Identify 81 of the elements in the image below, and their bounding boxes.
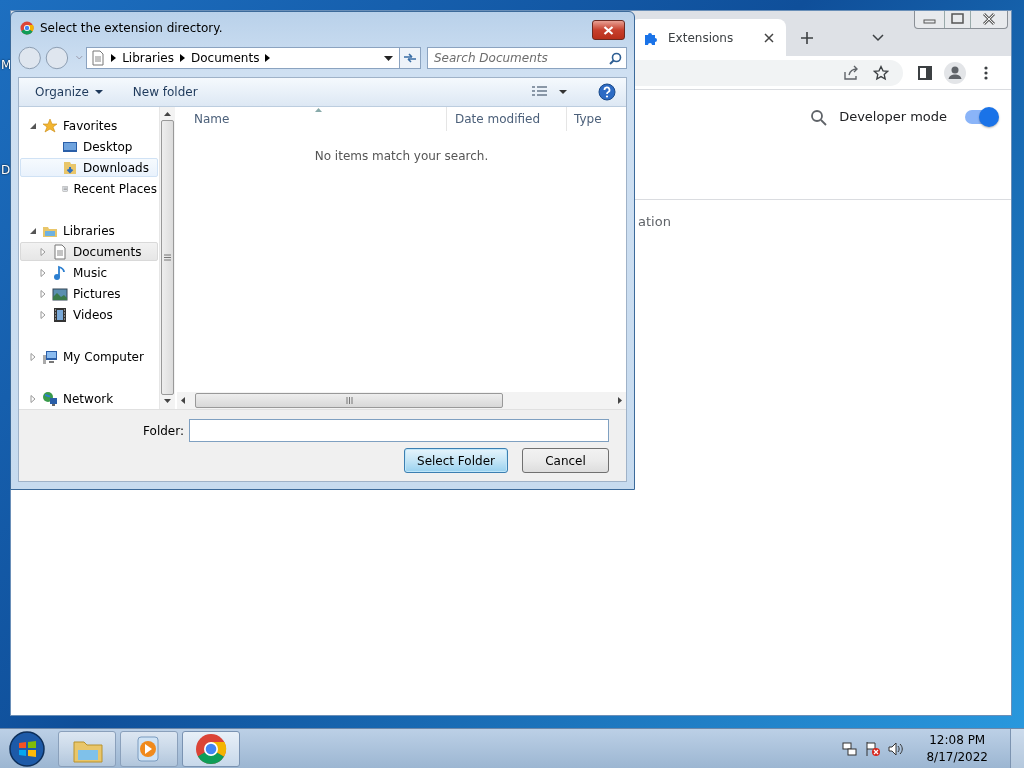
taskbar-app-button[interactable] — [182, 730, 240, 767]
refresh-icon[interactable] — [402, 52, 417, 64]
search-icon[interactable] — [810, 109, 828, 126]
speaker-icon[interactable] — [888, 740, 905, 757]
close-icon — [603, 25, 614, 35]
column-header[interactable]: Type — [567, 107, 626, 131]
search-field[interactable]: Search Documents — [427, 47, 627, 69]
start-button[interactable] — [8, 729, 46, 768]
globe-computer-icon — [42, 390, 58, 407]
help-icon[interactable] — [598, 83, 616, 101]
scroll-down-arrow-icon[interactable] — [164, 399, 171, 403]
document-icon — [91, 50, 106, 66]
scroll-up-arrow-icon[interactable] — [164, 112, 171, 116]
address-bar[interactable]: Libraries Documents — [86, 47, 400, 69]
nav-item[interactable]: Documents — [20, 242, 158, 261]
clock-time: 12:08 PM — [929, 731, 986, 749]
new-tab-icon[interactable] — [800, 30, 814, 45]
search-icon[interactable] — [609, 52, 622, 65]
developer-mode-toggle[interactable] — [965, 110, 997, 124]
developer-mode-label: Developer mode — [839, 109, 947, 124]
nav-item[interactable]: Music — [20, 263, 158, 282]
nav-item[interactable]: Desktop — [20, 137, 158, 156]
view-options-icon[interactable] — [532, 86, 570, 98]
nav-item[interactable]: My Computer — [20, 347, 158, 366]
column-header[interactable]: Date modified — [447, 107, 567, 131]
tab-title: Extensions — [668, 30, 735, 45]
new-folder-button[interactable]: New folder — [126, 83, 204, 101]
vertical-scrollbar[interactable] — [159, 107, 175, 409]
close-icon[interactable] — [764, 32, 774, 43]
nav-item[interactable]: Videos — [20, 305, 158, 324]
document-icon — [52, 243, 68, 260]
breadcrumb-arrow-icon[interactable] — [265, 54, 271, 62]
chevron-down-icon[interactable] — [872, 33, 884, 42]
star-icon[interactable] — [873, 64, 889, 81]
breadcrumb-item[interactable]: Documents — [191, 51, 260, 65]
clock-date: 8/17/2022 — [926, 748, 988, 766]
page-text: ation — [638, 214, 671, 229]
scroll-right-arrow-icon[interactable] — [618, 397, 622, 404]
folder-field[interactable] — [189, 419, 609, 442]
star-icon — [42, 117, 58, 134]
nav-item[interactable]: Libraries — [20, 221, 158, 240]
nav-item[interactable]: Downloads — [20, 158, 158, 177]
chrome-logo-icon — [194, 731, 228, 766]
desktop-icon-label: D — [1, 163, 11, 177]
dropdown-arrow-icon[interactable] — [383, 55, 393, 61]
scroll-left-arrow-icon[interactable] — [181, 397, 185, 404]
grip-icon[interactable] — [345, 397, 353, 404]
landscape-picture-icon — [52, 285, 68, 302]
network-icon[interactable] — [842, 740, 859, 757]
folder-icon — [62, 159, 78, 176]
profile-avatar-icon[interactable] — [944, 61, 966, 84]
dialog-title: Select the extension directory. — [40, 21, 224, 35]
cancel-button[interactable]: Cancel — [522, 448, 609, 473]
flag-warning-icon[interactable] — [865, 740, 882, 757]
menu-icon[interactable] — [984, 65, 988, 80]
music-note-icon — [52, 264, 68, 281]
nav-item[interactable]: Recent Places — [20, 179, 158, 198]
nav-item[interactable]: Pictures — [20, 284, 158, 303]
horizontal-scrollbar[interactable] — [177, 392, 626, 409]
breadcrumb-item[interactable]: Libraries — [122, 51, 174, 65]
expanded-arrow-icon[interactable] — [29, 121, 37, 130]
expanded-arrow-icon[interactable] — [29, 226, 37, 235]
chrome-logo-icon — [20, 21, 34, 35]
nav-item[interactable]: Network — [20, 389, 158, 408]
nav-item[interactable]: Favorites — [20, 116, 158, 135]
organize-button[interactable]: Organize — [29, 83, 109, 101]
film-strip-icon — [52, 306, 68, 323]
share-icon[interactable] — [843, 64, 859, 81]
empty-message: No items match your search. — [314, 149, 489, 163]
breadcrumb-arrow-icon[interactable] — [180, 54, 185, 62]
select-folder-button[interactable]: Select Folder — [404, 448, 508, 473]
clock[interactable]: 12:08 PM 8/17/2022 — [926, 731, 988, 766]
computer-icon — [42, 348, 58, 365]
caret-icon — [94, 90, 103, 94]
grip-icon[interactable] — [164, 254, 171, 261]
close-button[interactable] — [592, 20, 625, 40]
desktop-icon-label: M — [1, 58, 12, 72]
breadcrumb-arrow-icon[interactable] — [111, 54, 117, 62]
folder-label: Folder: — [143, 423, 184, 438]
sort-arrow-icon — [315, 108, 322, 112]
side-panel-icon[interactable] — [918, 65, 932, 80]
